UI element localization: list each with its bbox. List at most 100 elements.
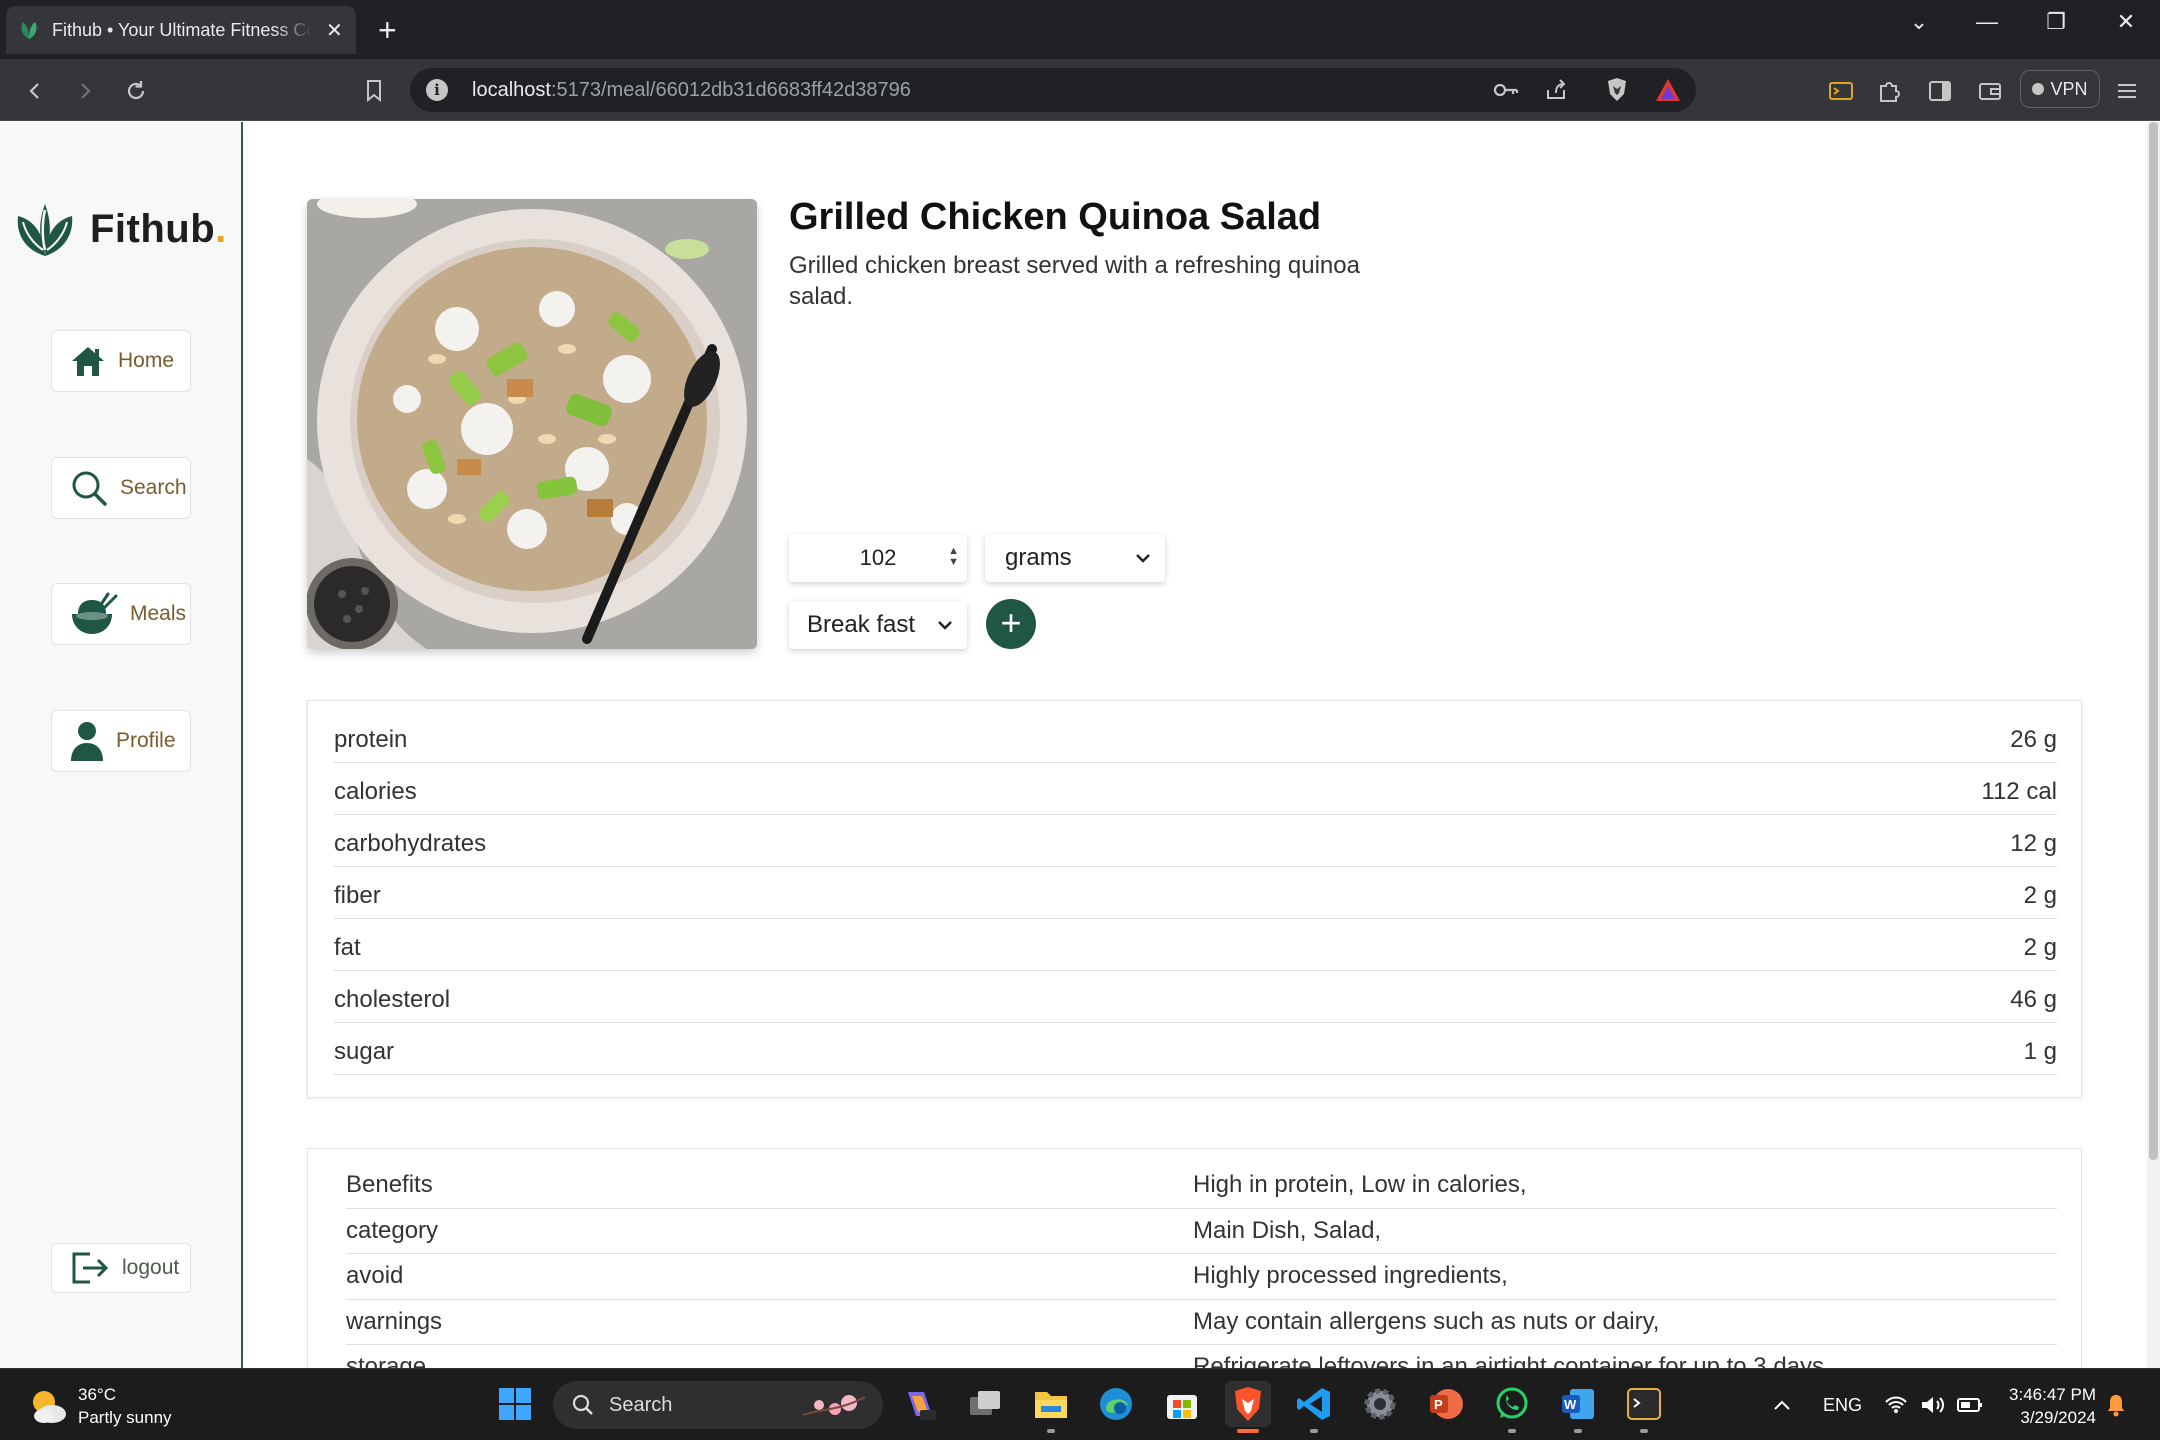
sidebar-item-meals[interactable]: Meals: [51, 583, 191, 645]
details-label: storage: [346, 1353, 427, 1368]
meal-title: Grilled Chicken Quinoa Salad: [789, 196, 1322, 238]
language-indicator[interactable]: ENG: [1823, 1369, 1862, 1440]
logout-button[interactable]: logout: [51, 1243, 191, 1293]
chevron-down-icon: [1136, 554, 1150, 563]
bookmark-button[interactable]: [356, 73, 392, 109]
fithub-favicon-icon: [21, 22, 37, 39]
page-scrollbar[interactable]: [2147, 122, 2160, 1368]
close-window-button[interactable]: ✕: [2094, 0, 2158, 44]
share-icon[interactable]: [1544, 78, 1568, 102]
quantity-input[interactable]: 102 ▲ ▼: [789, 534, 967, 582]
running-indicator: [1508, 1429, 1516, 1433]
brave-taskbar-icon[interactable]: [1225, 1381, 1271, 1433]
browser-menu-button[interactable]: [2109, 73, 2145, 109]
terminal-icon[interactable]: [1621, 1381, 1667, 1433]
wifi-icon[interactable]: [1885, 1369, 1907, 1440]
forward-arrow-icon: [81, 83, 91, 99]
forward-button[interactable]: [67, 73, 103, 109]
file-explorer-icon[interactable]: [1028, 1381, 1074, 1433]
quantity-stepper-icon[interactable]: ▲ ▼: [948, 546, 959, 568]
weather-desc: Partly sunny: [78, 1408, 172, 1427]
nutrient-value: 12 g: [2010, 829, 2057, 857]
logout-label: logout: [122, 1256, 180, 1279]
extensions-button[interactable]: [1872, 73, 1908, 109]
bowl-icon: [72, 592, 118, 634]
new-tab-button[interactable]: +: [378, 12, 397, 48]
store-bag-icon: [1167, 1395, 1197, 1419]
running-indicator: [1574, 1429, 1582, 1433]
show-hidden-icons-button[interactable]: [1772, 1369, 1792, 1440]
nutrient-label: calories: [334, 777, 417, 805]
brave-rewards-icon[interactable]: [1654, 77, 1682, 103]
logout-icon: [72, 1252, 109, 1284]
start-button[interactable]: [492, 1381, 538, 1427]
weather-temp: 36°C: [78, 1385, 116, 1404]
clock-date: 3/29/2024: [2020, 1408, 2096, 1427]
sidebar-toggle-button[interactable]: [1922, 73, 1958, 109]
wallet-icon: [1979, 83, 2001, 100]
copilot-app-icon[interactable]: [897, 1381, 943, 1427]
details-label: category: [346, 1216, 439, 1244]
nutrient-label: protein: [334, 725, 408, 753]
details-value: Refrigerate leftovers in an airtight con…: [1193, 1353, 1831, 1368]
settings-app-icon[interactable]: [1357, 1381, 1403, 1427]
svg-text:P: P: [1434, 1397, 1443, 1412]
brave-shields-icon[interactable]: [1605, 76, 1629, 104]
nutrient-value: 46 g: [2010, 985, 2057, 1013]
restore-button[interactable]: ❐: [2024, 0, 2088, 44]
address-bar[interactable]: i localhost:5173/meal/66012db31d6683ff42…: [410, 68, 1696, 112]
task-view-icon[interactable]: [962, 1381, 1008, 1427]
sidebar-item-home[interactable]: Home: [51, 330, 191, 392]
home-icon: [72, 347, 104, 376]
microsoft-store-icon[interactable]: [1159, 1381, 1205, 1427]
hamburger-menu-icon: [2118, 84, 2136, 98]
details-row: category Main Dish, Salad,: [346, 1209, 2057, 1254]
scrollbar-thumb[interactable]: [2149, 122, 2158, 1160]
running-indicator: [1047, 1429, 1055, 1433]
brave-lion-icon: [1235, 1387, 1261, 1421]
vscode-icon[interactable]: [1291, 1381, 1337, 1433]
wallet-button[interactable]: [1972, 73, 2008, 109]
sidebar-item-label: Profile: [116, 729, 176, 752]
details-value: May contain allergens such as nuts or da…: [1193, 1307, 1660, 1335]
tab-close-icon[interactable]: ✕: [326, 18, 343, 43]
word-icon[interactable]: W: [1555, 1381, 1601, 1433]
browser-toolbar: i localhost:5173/meal/66012db31d6683ff42…: [0, 59, 2160, 121]
nutrition-row: carbohydrates 12 g: [334, 815, 2057, 867]
back-button[interactable]: [17, 73, 53, 109]
powerpoint-icon[interactable]: P: [1423, 1381, 1469, 1427]
gear-icon: [1364, 1388, 1396, 1420]
browser-tab-bar: Fithub • Your Ultimate Fitness Companion…: [0, 0, 2160, 59]
sidebar-item-profile[interactable]: Profile: [51, 710, 191, 772]
vpn-button[interactable]: VPN: [2020, 70, 2100, 108]
browser-tab[interactable]: Fithub • Your Ultimate Fitness Companion…: [6, 6, 356, 54]
add-meal-button[interactable]: +: [986, 599, 1036, 649]
details-row: warnings May contain allergens such as nu…: [346, 1300, 2057, 1345]
windows-logo-icon: [499, 1388, 531, 1420]
nutrition-row: calories 112 cal: [334, 763, 2057, 815]
notification-bell-icon[interactable]: [2106, 1369, 2126, 1440]
nutrition-row: cholesterol 46 g: [334, 971, 2057, 1023]
sidebar-item-search[interactable]: Search: [51, 457, 191, 519]
taskbar-search[interactable]: Search: [553, 1381, 883, 1429]
weather-widget[interactable]: 36°C Partly sunny: [28, 1383, 172, 1429]
tab-search-chevron-icon[interactable]: ⌄: [1887, 0, 1951, 44]
minimize-button[interactable]: —: [1955, 0, 2019, 44]
reload-button[interactable]: [118, 73, 154, 109]
sidebar: Fithub. Home Search Meals Profile logout: [0, 122, 243, 1368]
system-clock[interactable]: 3:46:47 PM 3/29/2024: [2000, 1383, 2096, 1429]
svg-text:W: W: [1564, 1397, 1577, 1412]
clock-time: 3:46:47 PM: [2009, 1385, 2096, 1404]
edge-browser-icon[interactable]: [1093, 1381, 1139, 1427]
whatsapp-icon[interactable]: [1489, 1381, 1535, 1433]
site-info-icon[interactable]: i: [426, 79, 448, 101]
nutrient-value: 2 g: [2023, 933, 2057, 961]
password-key-icon[interactable]: [1493, 79, 1519, 101]
unit-select[interactable]: grams: [985, 534, 1165, 582]
volume-icon[interactable]: [1920, 1369, 1946, 1440]
battery-icon[interactable]: [1957, 1369, 1983, 1440]
meal-time-select[interactable]: Break fast: [789, 601, 967, 649]
nutrition-table: protein 26 g calories 112 cal carbohydrate…: [307, 700, 2082, 1098]
fithub-logo[interactable]: Fithub.: [14, 200, 227, 258]
cast-extension-button[interactable]: [1823, 73, 1859, 109]
